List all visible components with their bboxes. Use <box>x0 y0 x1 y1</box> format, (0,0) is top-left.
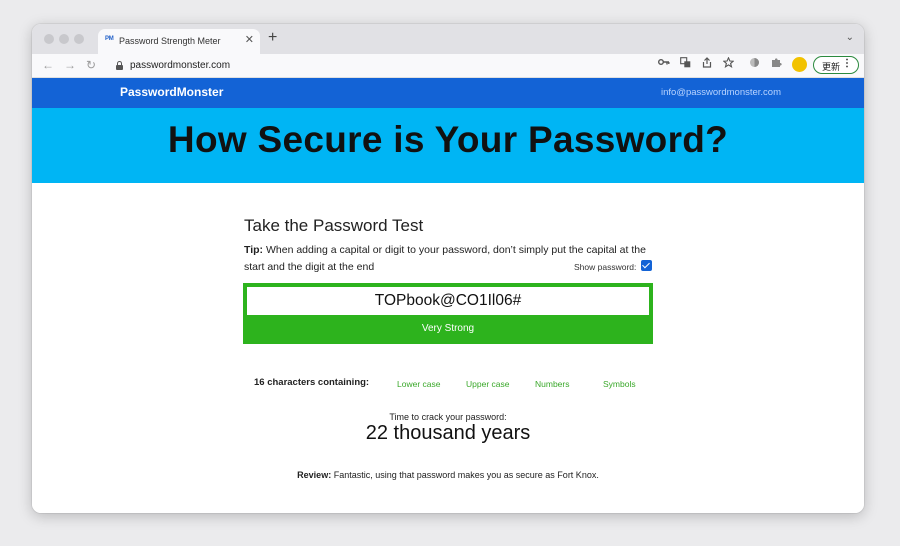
new-tab-icon[interactable]: + <box>268 29 277 47</box>
category-upper-case: Upper case <box>466 379 510 389</box>
tab-strip: PM Password Strength Meter ✕ + ⌄ <box>32 24 864 54</box>
tab-password-strength-meter[interactable]: PM Password Strength Meter ✕ <box>98 29 260 54</box>
browser-window: PM Password Strength Meter ✕ + ⌄ ← → ↻ p… <box>32 24 864 513</box>
maximize-window-button[interactable] <box>74 34 84 44</box>
forward-icon[interactable]: → <box>64 57 76 73</box>
back-icon[interactable]: ← <box>42 57 54 73</box>
hero-title: How Secure is Your Password? <box>167 119 729 160</box>
hero-banner: How Secure is Your Password? <box>32 108 864 183</box>
password-input[interactable]: TOPbook@CO1Il06# <box>247 287 649 315</box>
category-symbols: Symbols <box>603 379 636 389</box>
key-icon[interactable] <box>658 57 670 72</box>
password-meter: TOPbook@CO1Il06# Very Strong <box>243 283 653 344</box>
share-icon[interactable] <box>702 57 712 73</box>
reload-icon[interactable]: ↻ <box>86 57 96 73</box>
browser-toolbar: ← → ↻ passwordmonster.com 更新 ⋮ <box>32 54 864 78</box>
category-numbers: Numbers <box>535 379 570 389</box>
tab-search-icon[interactable]: ⌄ <box>846 32 854 43</box>
crack-time-label: Time to crack your password: <box>389 412 507 422</box>
show-password-checkbox[interactable] <box>641 260 652 271</box>
minimize-window-button[interactable] <box>59 34 69 44</box>
review-body: Fantastic, using that password makes you… <box>333 470 599 480</box>
close-window-button[interactable] <box>44 34 54 44</box>
favicon-icon: PM <box>105 36 114 42</box>
menu-dots-icon: ⋮ <box>842 58 852 69</box>
translate-icon[interactable] <box>680 57 691 73</box>
close-tab-icon[interactable]: ✕ <box>245 34 254 46</box>
crack-time-value: 22 thousand years <box>365 422 531 444</box>
site-header: PasswordMonster info@passwordmonster.com <box>32 78 864 108</box>
puzzle-icon[interactable] <box>771 57 782 73</box>
address-bar[interactable]: passwordmonster.com <box>106 56 696 76</box>
category-lower-case: Lower case <box>397 379 441 389</box>
strength-label: Very Strong <box>421 323 475 334</box>
tab-title: Password Strength Meter <box>119 36 221 46</box>
review-text: Review: Fantastic, using that password m… <box>32 470 864 480</box>
lock-icon[interactable] <box>116 61 123 70</box>
profile-avatar[interactable] <box>792 57 807 72</box>
update-button[interactable]: 更新 ⋮ <box>813 56 859 74</box>
extension-icon[interactable] <box>749 57 760 73</box>
show-password-label: Show password: <box>574 262 637 272</box>
review-label: Review: <box>297 470 332 480</box>
bookmark-star-icon[interactable] <box>722 56 735 73</box>
character-count: 16 characters containing: <box>254 377 370 388</box>
site-logo[interactable]: PasswordMonster <box>120 85 223 99</box>
url-text[interactable]: passwordmonster.com <box>130 60 230 71</box>
test-heading: Take the Password Test <box>244 216 424 235</box>
tip-label: Tip: <box>244 244 264 256</box>
page-content: PasswordMonster info@passwordmonster.com… <box>32 78 864 513</box>
contact-email-link[interactable]: info@passwordmonster.com <box>661 87 781 98</box>
update-label: 更新 <box>822 62 841 72</box>
